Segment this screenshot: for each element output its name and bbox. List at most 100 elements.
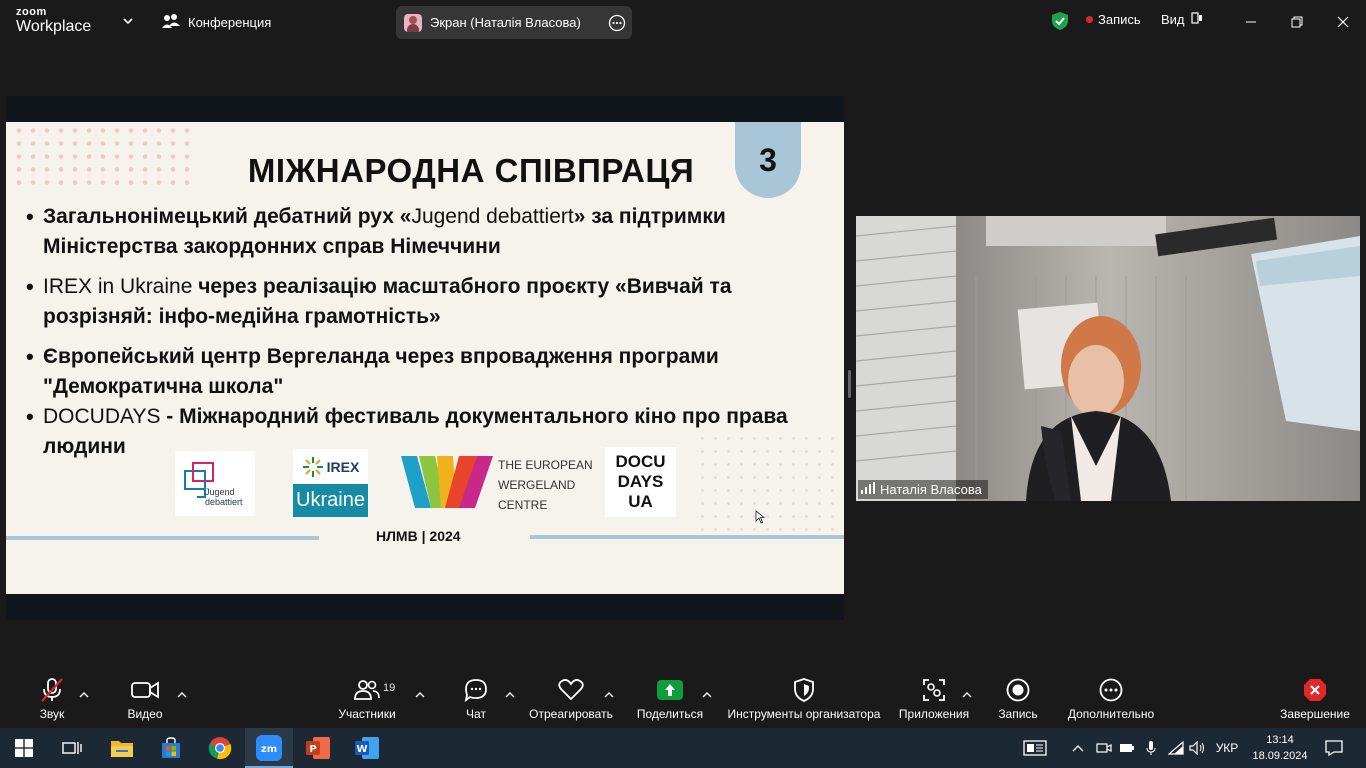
record-button[interactable]: Запись bbox=[994, 668, 1042, 728]
irex-top: IREX bbox=[293, 449, 368, 484]
docu-line1: DOCU bbox=[615, 452, 666, 471]
more-icon bbox=[1099, 678, 1123, 705]
zoom-meeting-window: zoom Workplace Конференция Экран (Наталі… bbox=[0, 0, 1366, 768]
bullet-text: Загальнонімецький дебатний рух « bbox=[43, 205, 412, 228]
notifications-icon[interactable] bbox=[1320, 728, 1348, 768]
european-wergeland-centre-logo: THE EUROPEAN WERGELAND CENTRE bbox=[401, 452, 601, 512]
word-icon[interactable]: W bbox=[343, 728, 391, 768]
irex-bottom: Ukraine bbox=[293, 484, 368, 517]
apps-options-caret-icon[interactable] bbox=[962, 686, 972, 704]
zoom-logo-top: zoom bbox=[16, 6, 47, 18]
record-label: Запись bbox=[998, 707, 1038, 721]
bullet-list: Загальнонімецький дебатний рух «Jugend d… bbox=[26, 202, 826, 472]
news-widget-icon[interactable] bbox=[1020, 728, 1050, 768]
meeting-toolbar: Звук Видео Участники 19 Чат Отреагироват… bbox=[0, 668, 1366, 728]
bullet-item: Європейський центр Вергеланда через впро… bbox=[26, 342, 826, 402]
chat-button[interactable]: Чат bbox=[456, 668, 496, 728]
zoom-logo-bottom: Workplace bbox=[16, 18, 92, 35]
bullet-text: DOCUDAYS bbox=[43, 405, 161, 428]
recording-label: Запись bbox=[1098, 12, 1141, 27]
view-button[interactable]: Вид bbox=[1161, 12, 1203, 27]
irex-ukraine-logo: IREX Ukraine bbox=[293, 449, 368, 517]
chevron-down-icon[interactable] bbox=[122, 14, 134, 32]
recording-indicator[interactable]: Запись bbox=[1086, 12, 1141, 27]
react-options-caret-icon[interactable] bbox=[604, 686, 614, 704]
microphone-icon[interactable] bbox=[1141, 728, 1161, 768]
screen-pill-label: Экран (Наталія Власова) bbox=[430, 15, 581, 30]
video-label: Видео bbox=[127, 707, 163, 721]
zoom-icon[interactable]: zm bbox=[245, 728, 293, 768]
presenter-avatar bbox=[404, 13, 422, 32]
battery-icon[interactable] bbox=[1117, 728, 1137, 768]
encryption-shield-icon[interactable] bbox=[1051, 11, 1069, 36]
host-tools-label: Инструменты организатора bbox=[727, 707, 881, 721]
chrome-icon[interactable] bbox=[196, 728, 244, 768]
file-explorer-icon[interactable] bbox=[98, 728, 146, 768]
mouse-cursor-icon bbox=[755, 510, 766, 529]
meet-now-icon[interactable] bbox=[1094, 728, 1114, 768]
participants-button[interactable]: Участники bbox=[334, 668, 400, 728]
react-button[interactable]: Отреагировать bbox=[527, 668, 615, 728]
participant-video-frame bbox=[856, 216, 1360, 501]
record-icon bbox=[1006, 678, 1030, 705]
powerpoint-icon[interactable]: P bbox=[294, 728, 342, 768]
windows-start-icon[interactable] bbox=[0, 728, 48, 768]
volume-icon[interactable] bbox=[1188, 728, 1208, 768]
conference-button[interactable]: Конференция bbox=[162, 12, 271, 32]
wifi-icon[interactable] bbox=[1166, 728, 1186, 768]
windows-taskbar: zm P W УКР 13:14 18.09.2024 bbox=[0, 728, 1366, 768]
docudays-ua-logo: DOCU DAYS UA bbox=[605, 447, 676, 517]
signal-strength-icon bbox=[861, 482, 875, 497]
chat-options-caret-icon[interactable] bbox=[505, 686, 515, 704]
panel-splitter-handle[interactable] bbox=[848, 370, 851, 398]
svg-text:zm: zm bbox=[261, 744, 277, 755]
language-indicator[interactable]: УКР bbox=[1212, 728, 1242, 768]
jugend-debattiert-logo: Jugend debattiert bbox=[175, 451, 255, 516]
task-view-icon[interactable] bbox=[48, 728, 96, 768]
share-label: Поделиться bbox=[636, 707, 704, 721]
end-meeting-button[interactable]: Завершение bbox=[1278, 668, 1352, 728]
end-meeting-label: Завершение bbox=[1280, 707, 1350, 721]
apps-button[interactable]: Приложения bbox=[896, 668, 972, 728]
minimize-button[interactable] bbox=[1241, 12, 1261, 32]
audio-options-caret-icon[interactable] bbox=[79, 686, 89, 704]
footer-line-left bbox=[6, 536, 319, 540]
more-options-icon[interactable] bbox=[608, 14, 626, 35]
video-options-caret-icon[interactable] bbox=[177, 686, 187, 704]
zoom-workplace-logo: zoom Workplace bbox=[16, 7, 91, 36]
restore-button[interactable] bbox=[1287, 12, 1307, 32]
host-tools-button[interactable]: Инструменты организатора bbox=[724, 668, 884, 728]
heart-icon bbox=[558, 678, 584, 704]
participants-count: 19 bbox=[383, 682, 396, 694]
irex-label: IREX bbox=[326, 458, 360, 475]
audio-button[interactable]: Звук bbox=[30, 668, 74, 728]
title-bar: zoom Workplace Конференция Экран (Наталі… bbox=[0, 0, 1366, 44]
ewc-line2: WERGELAND bbox=[498, 478, 576, 492]
clock-time: 13:14 bbox=[1266, 734, 1294, 746]
share-button[interactable]: Поделиться bbox=[634, 668, 706, 728]
share-options-caret-icon[interactable] bbox=[702, 686, 712, 704]
footer-line-right bbox=[530, 535, 844, 539]
video-camera-icon bbox=[131, 680, 159, 703]
participant-video-tile[interactable]: Наталія Власова bbox=[856, 216, 1360, 501]
share-screen-icon bbox=[657, 679, 683, 703]
more-button[interactable]: Дополнительно bbox=[1064, 668, 1158, 728]
screen-share-pill[interactable]: Экран (Наталія Власова) bbox=[396, 6, 632, 39]
jugend-line1: Jugend bbox=[205, 487, 235, 497]
more-label: Дополнительно bbox=[1067, 707, 1155, 721]
close-button[interactable] bbox=[1333, 12, 1353, 32]
ewc-w-icon bbox=[401, 456, 493, 508]
jugend-logo-text: Jugend debattiert bbox=[205, 487, 243, 507]
participants-options-caret-icon[interactable] bbox=[415, 686, 425, 704]
ewc-line1: THE EUROPEAN bbox=[498, 458, 593, 472]
ewc-text: THE EUROPEAN WERGELAND CENTRE bbox=[498, 455, 608, 515]
microsoft-store-icon[interactable] bbox=[147, 728, 195, 768]
system-clock[interactable]: 13:14 18.09.2024 bbox=[1252, 732, 1308, 764]
bullet-item: IREX in Ukraine через реалізацію масштаб… bbox=[26, 272, 826, 332]
slide-title: МІЖНАРОДНА СПІВПРАЦЯ bbox=[247, 152, 695, 189]
react-label: Отреагировать bbox=[529, 707, 613, 721]
video-button[interactable]: Видео bbox=[120, 668, 170, 728]
docu-line3: UA bbox=[628, 492, 653, 511]
bullet-text: Jugend debattiert bbox=[411, 205, 574, 228]
show-hidden-icons-icon[interactable] bbox=[1068, 728, 1088, 768]
